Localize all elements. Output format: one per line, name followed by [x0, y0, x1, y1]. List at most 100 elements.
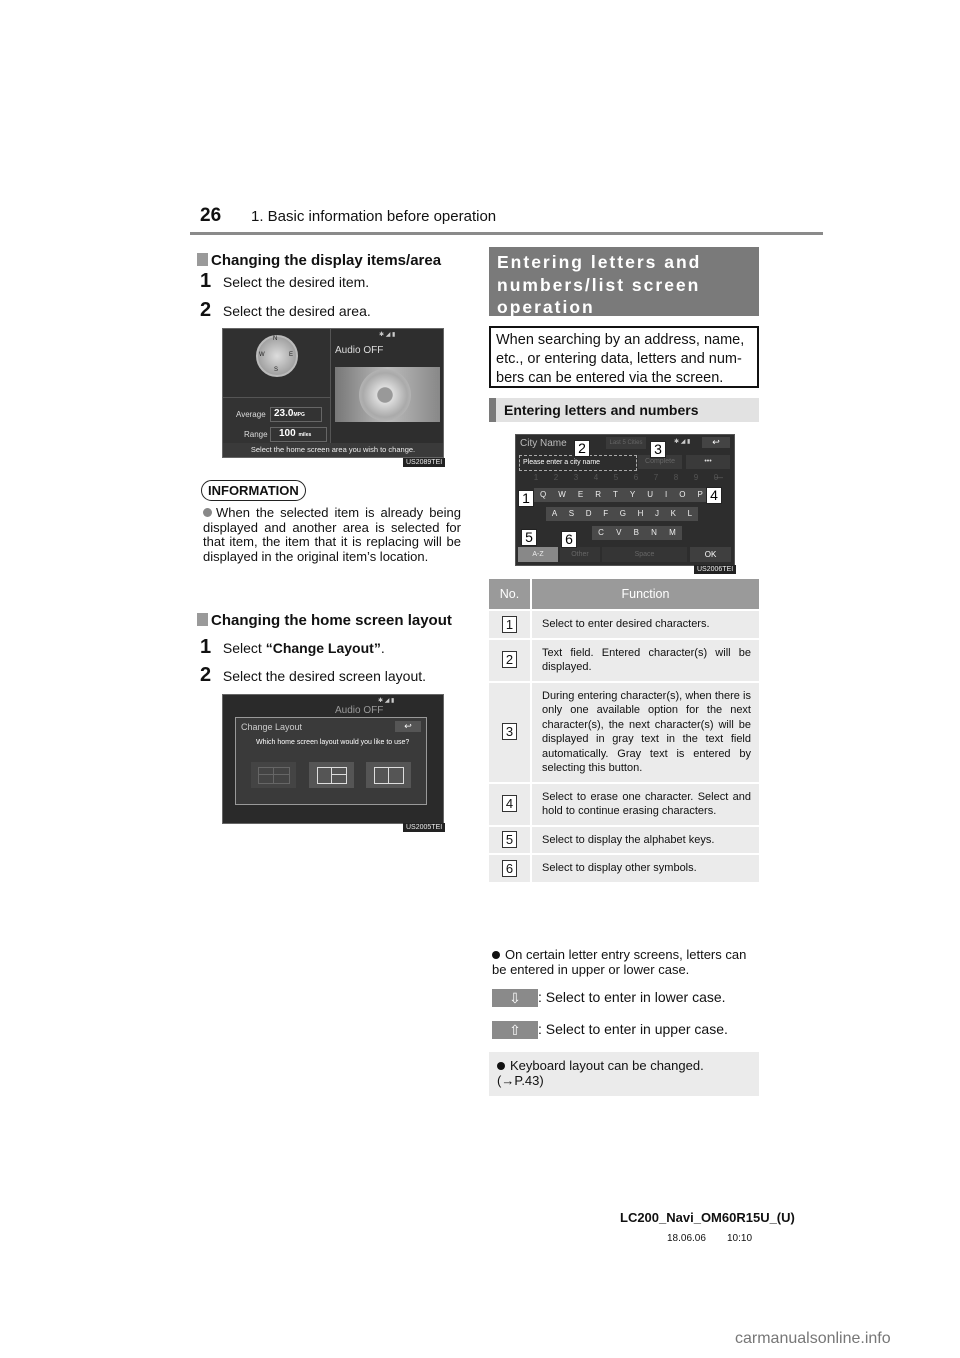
key-s[interactable]: S — [569, 509, 574, 521]
key-8[interactable]: 8 — [674, 473, 678, 484]
key-7[interactable]: 7 — [654, 473, 658, 484]
speaker-icon — [359, 369, 411, 421]
step-text-prefix: Select — [222, 640, 266, 656]
delete-button[interactable]: — — [708, 473, 730, 484]
key-3[interactable]: 3 — [574, 473, 578, 484]
key-6[interactable]: 6 — [634, 473, 638, 484]
row-function: Select to display other symbols. — [531, 853, 759, 882]
compass-w: W — [259, 352, 265, 358]
key-m[interactable]: M — [669, 528, 676, 540]
step-text-suffix: . — [380, 640, 385, 656]
callout-4: 4 — [706, 487, 722, 504]
keyboard-screen-image: City Name Last 5 Cities ✱ ◢ ▮ ↩ Please e… — [515, 434, 735, 566]
key-h[interactable]: H — [638, 509, 644, 521]
key-l[interactable]: L — [688, 509, 692, 521]
ok-button[interactable]: OK — [690, 547, 731, 562]
header-function: Function — [531, 579, 759, 610]
range-label: Range — [244, 430, 268, 439]
key-p[interactable]: P — [698, 490, 703, 502]
key-f[interactable]: F — [603, 509, 608, 521]
step-2: 2 Select the desired area. — [200, 299, 371, 322]
audio-status: Audio OFF — [335, 705, 384, 716]
space-button[interactable]: Space — [602, 547, 687, 562]
other-button[interactable]: Other — [560, 547, 600, 562]
a-z-button[interactable]: A-Z — [518, 547, 558, 562]
intro-box: When searching by an address, name, etc.… — [489, 326, 759, 388]
average-label: Average — [236, 410, 266, 419]
more-button[interactable]: ••• — [686, 455, 730, 469]
change-layout-dialog: Change Layout ↩ Which home screen layout… — [235, 717, 427, 805]
key-9[interactable]: 9 — [694, 473, 698, 484]
arrow-up-icon: ⇧ — [509, 1022, 521, 1039]
fuel-panel[interactable]: Average 23.0MPG Range 100 miles — [223, 398, 331, 443]
row-function: During entering character(s), when there… — [531, 680, 759, 783]
key-c[interactable]: C — [598, 528, 604, 540]
compass-n: N — [273, 336, 278, 342]
row-number: 2 — [502, 651, 517, 669]
key-q[interactable]: Q — [540, 490, 546, 502]
speaker-image — [335, 367, 440, 422]
information-badge: INFORMATION — [201, 480, 306, 501]
status-icons: ✱ ◢ ▮ — [378, 698, 395, 704]
layout-option-split[interactable] — [366, 762, 411, 788]
key-j[interactable]: J — [655, 509, 659, 521]
intro-line: bers can be entered via the screen. — [496, 370, 724, 386]
header-no: No. — [489, 579, 532, 610]
compass-panel[interactable]: N E S W — [223, 329, 331, 398]
key-5[interactable]: 5 — [614, 473, 618, 484]
key-i[interactable]: I — [665, 490, 667, 502]
intro-line: etc., or entering data, letters and num- — [496, 351, 742, 367]
keyboard-title: City Name — [520, 438, 567, 449]
section-heading-display-items: Changing the display items/area — [197, 252, 441, 269]
key-o[interactable]: O — [679, 490, 685, 502]
key-v[interactable]: V — [616, 528, 621, 540]
keyboard-layout-note-text: Keyboard layout can be changed. (→P.43) — [497, 1058, 704, 1088]
back-button[interactable]: ↩ — [395, 721, 421, 732]
text-field[interactable]: Please enter a city name — [519, 455, 637, 471]
key-w[interactable]: W — [558, 490, 566, 502]
step-text: Select the desired area. — [222, 303, 371, 319]
back-icon: ↩ — [404, 721, 412, 731]
back-icon: ↩ — [712, 437, 720, 447]
change-layout-ref: “Change Layout” — [265, 640, 381, 656]
section-title-line: Entering letters and — [497, 252, 702, 272]
audio-panel[interactable]: Audio OFF ✱ ◢ ▮ — [331, 329, 443, 443]
key-k[interactable]: K — [671, 509, 676, 521]
key-y[interactable]: Y — [630, 490, 635, 502]
key-u[interactable]: U — [647, 490, 653, 502]
key-n[interactable]: N — [651, 528, 657, 540]
lower-case-row: ⇩: Select to enter in lower case. — [492, 989, 726, 1008]
row-number: 1 — [502, 615, 517, 633]
layout-option-three[interactable] — [309, 762, 354, 788]
information-text: When the selected item is already being … — [203, 505, 461, 564]
back-button[interactable]: ↩ — [702, 437, 730, 448]
table-row: 4 Select to erase one character. Select a… — [489, 781, 759, 826]
last-5-cities-button[interactable]: Last 5 Cities — [606, 437, 646, 449]
row-number: 6 — [502, 859, 517, 877]
key-2[interactable]: 2 — [554, 473, 558, 484]
key-e[interactable]: E — [578, 490, 583, 502]
key-4[interactable]: 4 — [594, 473, 598, 484]
key-b[interactable]: B — [634, 528, 639, 540]
space-label: Space — [634, 551, 655, 558]
intro-line: When searching by an address, name, — [496, 332, 745, 348]
status-icons: ✱ ◢ ▮ — [674, 439, 691, 445]
key-r[interactable]: R — [595, 490, 601, 502]
text-field-placeholder: Please enter a city name — [523, 459, 601, 466]
step-number: 1 — [200, 270, 212, 292]
key-t[interactable]: T — [613, 490, 618, 502]
table-row: 1 Select to enter desired characters. — [489, 609, 759, 639]
key-d[interactable]: D — [586, 509, 592, 521]
key-g[interactable]: G — [620, 509, 626, 521]
row-number-cell: 5 — [489, 824, 532, 854]
key-1[interactable]: 1 — [534, 473, 538, 484]
number-row: 1234567890 — [526, 473, 726, 484]
arrow-down-icon: ⇩ — [509, 990, 521, 1007]
layout-option-quad[interactable] — [251, 762, 296, 788]
bullet-icon — [497, 1062, 505, 1070]
average-value: 23.0 — [274, 408, 294, 419]
average-unit: MPG — [293, 412, 305, 418]
bullet-icon — [203, 508, 212, 517]
key-a[interactable]: A — [552, 509, 557, 521]
bullet-icon — [492, 951, 500, 959]
